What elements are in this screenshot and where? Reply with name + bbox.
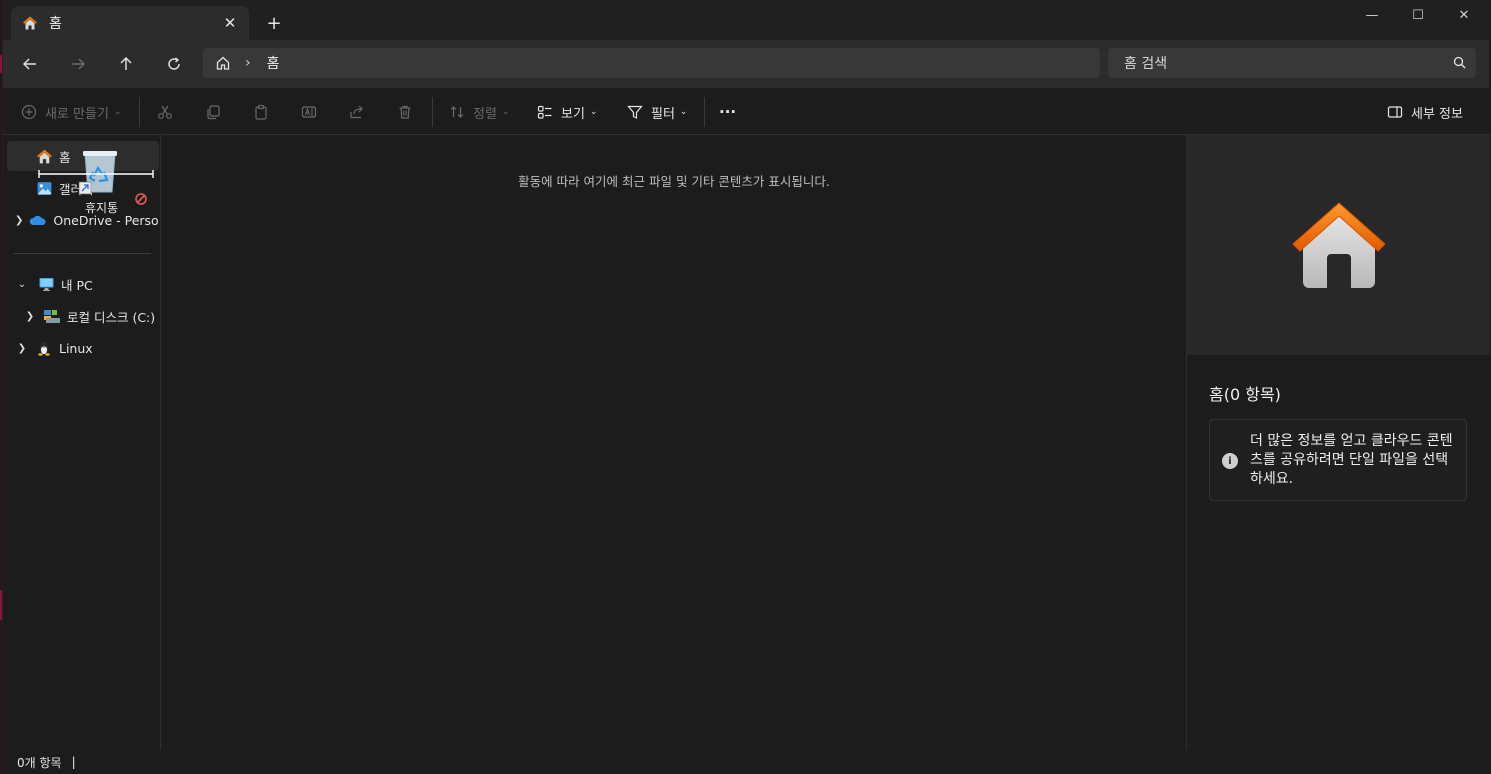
new-button-label: 새로 만들기: [45, 106, 109, 122]
nav-item-label: OneDrive - Personal: [53, 212, 159, 228]
divider: [704, 97, 705, 127]
home-outline-icon: [216, 56, 230, 70]
refresh-icon: [168, 57, 180, 70]
file-explorer-window: 홈 ✕ + — ☐ ✕ › 홈 홈 검색 새로 만들기 ⌄ 정렬 ⌄ 보기 ⌄ …: [2, 0, 1490, 774]
filter-icon: [627, 105, 643, 119]
paste-button[interactable]: [253, 100, 269, 124]
nav-divider: [13, 253, 151, 254]
rename-icon: [301, 106, 317, 118]
nav-item-gallery[interactable]: 갤러리: [7, 173, 159, 203]
nav-item-label: 내 PC: [61, 277, 93, 293]
nav-item-label: Linux: [59, 340, 93, 356]
details-pane-button[interactable]: 세부 정보: [1387, 100, 1463, 124]
refresh-button[interactable]: [161, 52, 187, 76]
breadcrumb-separator: ›: [245, 55, 251, 71]
empty-state-message: 활동에 따라 여기에 최근 파일 및 기타 콘텐츠가 표시됩니다.: [518, 174, 830, 189]
divider: [139, 97, 140, 127]
home-icon: [35, 147, 53, 165]
chevron-right-icon[interactable]: ❯: [15, 215, 23, 226]
nav-item-linux[interactable]: ❯ Linux: [7, 333, 159, 363]
up-button[interactable]: [113, 52, 139, 76]
divider: [432, 97, 433, 127]
status-bar: 0개 항목 |: [3, 750, 1489, 774]
sort-label: 정렬: [473, 106, 497, 122]
tab-label: 홈: [49, 16, 62, 32]
nav-item-label: 로컬 디스크 (C:): [67, 309, 156, 325]
command-bar: 새로 만들기 ⌄ 정렬 ⌄ 보기 ⌄ 필터 ⌄ ··· 세부 정보: [3, 88, 1489, 135]
status-caret: |: [71, 755, 76, 769]
arrow-right-icon: [72, 58, 85, 70]
address-bar[interactable]: › 홈: [203, 48, 1100, 78]
view-label: 보기: [561, 106, 585, 122]
filter-label: 필터: [651, 106, 675, 122]
maximize-button[interactable]: ☐: [1407, 4, 1429, 26]
chevron-down-icon: ⌄: [589, 107, 598, 117]
details-label: 세부 정보: [1411, 106, 1463, 122]
copy-button[interactable]: [205, 100, 221, 124]
view-button[interactable]: 보기 ⌄: [537, 100, 597, 124]
clipboard-icon: [255, 104, 267, 120]
details-title: 홈(0 항목): [1209, 385, 1281, 404]
view-list-icon: [537, 105, 552, 119]
sort-icon: [450, 106, 464, 118]
onedrive-icon: [29, 211, 47, 229]
home-large-icon: [1292, 202, 1385, 288]
forward-button[interactable]: [65, 52, 91, 76]
breadcrumb-current[interactable]: 홈: [267, 53, 280, 73]
file-list-area[interactable]: 활동에 따라 여기에 최근 파일 및 기타 콘텐츠가 표시됩니다.: [162, 135, 1186, 750]
close-window-button[interactable]: ✕: [1453, 4, 1475, 26]
minimize-button[interactable]: —: [1361, 4, 1383, 26]
nav-item-label: 홈: [59, 149, 71, 165]
trash-icon: [399, 105, 411, 119]
chevron-down-icon[interactable]: ⌄: [15, 279, 29, 290]
delete-button[interactable]: [397, 100, 413, 124]
share-button[interactable]: [349, 100, 365, 124]
share-icon: [350, 105, 363, 119]
new-button[interactable]: 새로 만들기 ⌄: [21, 100, 121, 124]
tab-home[interactable]: 홈 ✕: [11, 6, 249, 40]
item-count: 0개 항목: [17, 755, 62, 770]
details-info-box: i 더 많은 정보를 얻고 클라우드 콘텐츠를 공유하려면 단일 파일을 선택하…: [1209, 419, 1467, 501]
cut-button[interactable]: [157, 100, 173, 124]
drive-icon: [43, 307, 61, 325]
home-icon: [21, 14, 39, 32]
arrow-left-icon: [23, 58, 36, 70]
nav-item-local-disk[interactable]: ❯ 로컬 디스크 (C:): [7, 301, 159, 331]
search-input[interactable]: 홈 검색: [1108, 48, 1476, 78]
nav-item-onedrive[interactable]: ❯ OneDrive - Personal: [7, 205, 159, 235]
plus-circle-icon: [21, 104, 37, 120]
details-pane: 홈(0 항목) i 더 많은 정보를 얻고 클라우드 콘텐츠를 공유하려면 단일…: [1186, 135, 1490, 750]
details-info-text: 더 많은 정보를 얻고 클라우드 콘텐츠를 공유하려면 단일 파일을 선택하세요…: [1250, 433, 1453, 487]
nav-item-label: 갤러리: [59, 181, 94, 197]
new-tab-button[interactable]: +: [263, 12, 285, 34]
search-icon: [1453, 56, 1466, 69]
copy-icon: [207, 105, 220, 120]
arrow-up-icon: [120, 57, 132, 70]
back-button[interactable]: [17, 52, 43, 76]
chevron-right-icon[interactable]: ❯: [15, 343, 29, 354]
info-icon: i: [1222, 453, 1238, 469]
chevron-down-icon: ⌄: [679, 107, 688, 117]
address-row: › 홈 홈 검색: [3, 40, 1489, 88]
chevron-down-icon: ⌄: [113, 107, 122, 117]
pc-icon: [37, 275, 55, 293]
gallery-icon: [35, 179, 53, 197]
close-tab-icon[interactable]: ✕: [221, 14, 239, 32]
nav-item-home[interactable]: 홈: [7, 141, 159, 171]
more-options-button[interactable]: ···: [719, 100, 736, 124]
chevron-down-icon: ⌄: [501, 107, 510, 117]
rename-button[interactable]: [301, 100, 317, 124]
navigation-pane: 홈 갤러리 ❯ OneDrive - Personal ⌄ 내 PC ❯: [3, 135, 161, 750]
filter-button[interactable]: 필터 ⌄: [627, 100, 687, 124]
nav-item-this-pc[interactable]: ⌄ 내 PC: [7, 269, 159, 299]
sort-button[interactable]: 정렬 ⌄: [449, 100, 509, 124]
search-placeholder: 홈 검색: [1124, 56, 1168, 72]
tab-bar: 홈 ✕ + — ☐ ✕: [3, 0, 1489, 40]
linux-icon: [35, 339, 53, 357]
details-pane-icon: [1387, 106, 1403, 118]
scissors-icon: [158, 105, 172, 119]
chevron-right-icon[interactable]: ❯: [23, 311, 37, 322]
details-preview: [1187, 135, 1490, 355]
